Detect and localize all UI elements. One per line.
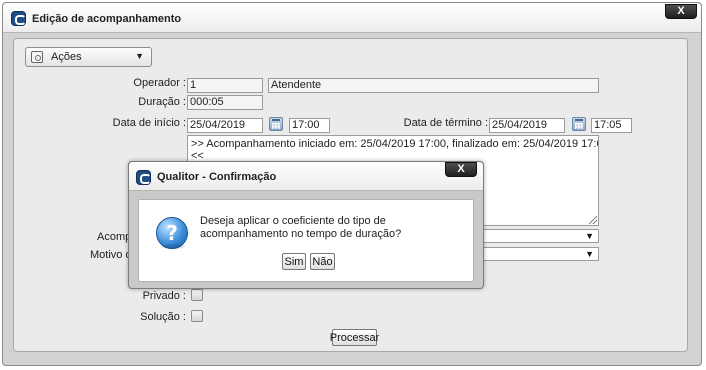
operador-label: Operador :	[133, 77, 186, 89]
inicio-label: Data de início :	[112, 117, 186, 129]
inicio-date-field[interactable]: 25/04/2019	[187, 118, 263, 133]
question-icon: ?	[156, 217, 188, 249]
dialog-message: Deseja aplicar o coeficiente do tipo de …	[200, 215, 402, 240]
dialog-title: Qualitor - Confirmação	[157, 171, 277, 183]
termino-label: Data de término :	[403, 117, 488, 129]
dialog-titlebar: Qualitor - Confirmação X	[129, 162, 483, 191]
chevron-down-icon: ▼	[135, 51, 144, 61]
chevron-down-icon: ▼	[585, 249, 594, 259]
window-close-button[interactable]: X	[665, 4, 697, 19]
dialog-close-button[interactable]: X	[445, 162, 477, 177]
app-logo-icon	[11, 11, 26, 26]
operador-code-field[interactable]: 1	[187, 78, 263, 93]
actions-icon	[31, 51, 43, 63]
inicio-time-field[interactable]: 17:00	[289, 118, 330, 133]
calendar-icon[interactable]	[269, 117, 283, 131]
no-button[interactable]: Não	[310, 253, 335, 270]
calendar-icon[interactable]	[572, 117, 586, 131]
solucao-label: Solução :	[140, 311, 186, 323]
actions-label: Ações	[51, 51, 82, 63]
duracao-label: Duração :	[138, 96, 186, 108]
chevron-down-icon: ▼	[585, 231, 594, 241]
solucao-checkbox[interactable]	[191, 310, 203, 322]
operador-name-field[interactable]: Atendente	[268, 78, 599, 93]
window-title: Edição de acompanhamento	[32, 13, 182, 25]
resize-grip-icon[interactable]	[589, 216, 597, 224]
app-logo-icon	[136, 170, 151, 185]
dialog-body: ? Deseja aplicar o coeficiente do tipo d…	[138, 199, 474, 282]
duracao-field[interactable]: 000:05	[187, 95, 263, 110]
yes-button[interactable]: Sim	[282, 253, 306, 270]
termino-date-field[interactable]: 25/04/2019	[489, 118, 565, 133]
description-line: >> Acompanhamento iniciado em: 25/04/201…	[191, 138, 599, 150]
processar-button[interactable]: Processar	[330, 329, 379, 346]
termino-time-field[interactable]: 17:05	[591, 118, 632, 133]
window-titlebar: Edição de acompanhamento X	[3, 3, 701, 33]
privado-checkbox[interactable]	[191, 289, 203, 301]
actions-dropdown[interactable]: Ações ▼	[25, 47, 152, 67]
confirmation-dialog: Qualitor - Confirmação X ? Deseja aplica…	[128, 161, 484, 289]
motivo-label: Motivo d	[90, 249, 132, 261]
privado-label: Privado :	[142, 290, 186, 302]
